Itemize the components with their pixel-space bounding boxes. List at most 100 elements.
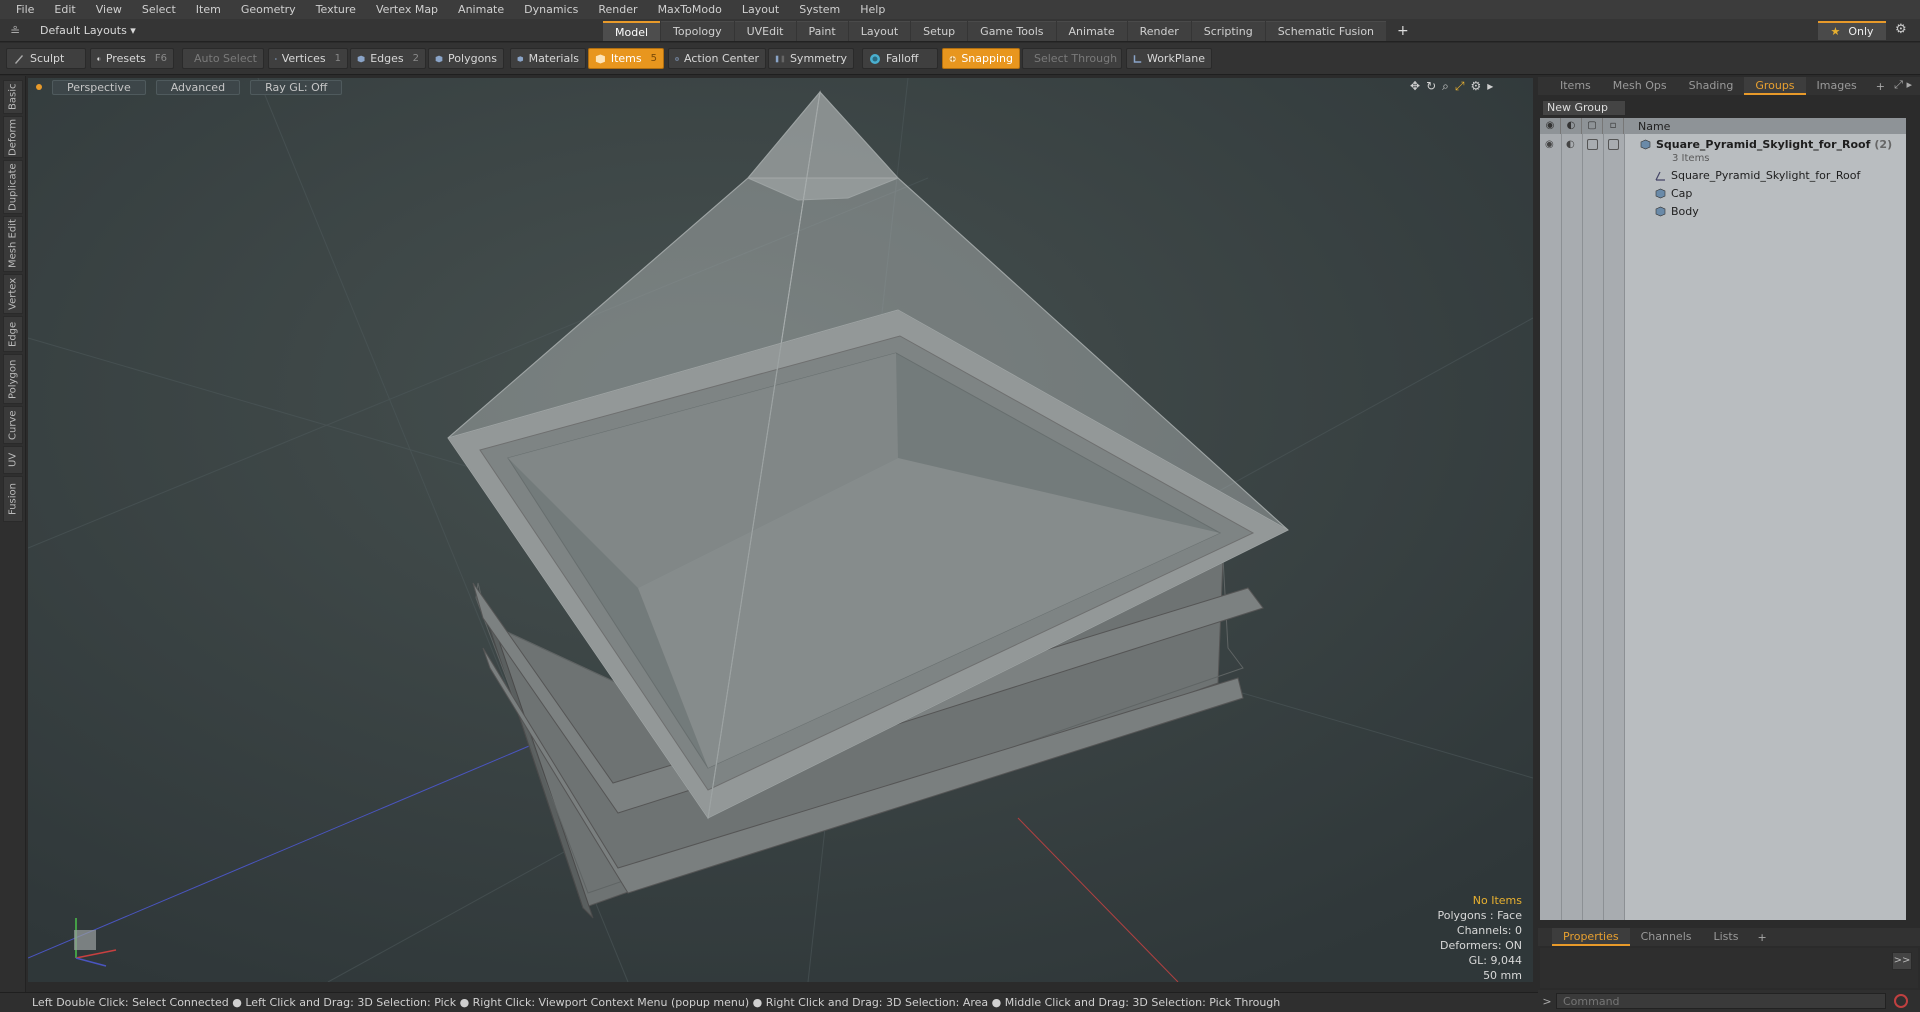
auto-select-button[interactable]: Auto Select [182,48,264,69]
workplane-button[interactable]: WorkPlane [1126,48,1212,69]
double-chevron-icon[interactable]: >> [1892,952,1912,970]
snapping-button[interactable]: Snapping [942,48,1020,69]
vtab-deform[interactable]: Deform [3,116,23,158]
tree-row-child[interactable]: Square_Pyramid_Skylight_for_Roof [1540,166,1906,184]
maximize-icon[interactable]: ⤢ [1455,79,1465,94]
tab-shading[interactable]: Shading [1678,77,1745,95]
menu-maxtomodo[interactable]: MaxToModo [648,0,732,19]
select-column-icon[interactable]: ▫ [1603,118,1624,134]
tab-lists[interactable]: Lists [1703,928,1750,946]
tab-scripting[interactable]: Scripting [1191,21,1265,41]
tree-row-child[interactable]: Body [1540,202,1906,220]
vtab-curve[interactable]: Curve [3,406,23,444]
tab-game-tools[interactable]: Game Tools [968,21,1056,41]
add-properties-tab-button[interactable]: + [1749,931,1774,944]
column-divider [1561,134,1562,920]
items-button[interactable]: Items 5 [588,48,664,69]
falloff-button[interactable]: Falloff [862,48,938,69]
name-column-header[interactable]: Name [1624,120,1670,133]
tab-items[interactable]: Items [1538,77,1602,95]
mesh-icon [1655,188,1666,198]
polygons-button[interactable]: Polygons [428,48,504,69]
symmetry-button[interactable]: Symmetry [768,48,854,69]
action-center-button[interactable]: Action Center [668,48,766,69]
viewport-scene[interactable] [28,78,1533,982]
action-center-icon [675,56,679,61]
tab-model[interactable]: Model [603,21,661,41]
expand-arrow-icon[interactable]: ▸ [1487,79,1493,94]
tab-render[interactable]: Render [1127,21,1191,41]
tab-topology[interactable]: Topology [661,21,734,41]
select-through-button[interactable]: Select Through [1022,48,1122,69]
menu-help[interactable]: Help [850,0,895,19]
stop-icon[interactable] [1894,994,1908,1008]
visibility-column-icon[interactable]: ◉ [1540,118,1561,134]
vtab-polygon[interactable]: Polygon [3,354,23,404]
raygl-button[interactable]: Ray GL: Off [250,79,343,95]
render-column-icon[interactable]: ◐ [1561,118,1582,134]
lock-toggle[interactable] [1587,138,1598,150]
tab-animate[interactable]: Animate [1056,21,1127,41]
properties-tabs: Properties Channels Lists + [1538,928,1920,946]
tab-uvedit[interactable]: UVEdit [734,21,796,41]
perspective-button[interactable]: Perspective [52,79,146,95]
vertices-button[interactable]: Vertices 1 [268,48,348,69]
layout-selector[interactable]: ≗ Default Layouts ▾ [8,21,140,40]
materials-button[interactable]: Materials [510,48,586,69]
menu-view[interactable]: View [86,0,132,19]
vtab-duplicate[interactable]: Duplicate [3,160,23,214]
new-group-button[interactable]: New Group [1542,100,1626,116]
tab-images[interactable]: Images [1806,77,1868,95]
select-toggle[interactable] [1608,138,1619,150]
menu-texture[interactable]: Texture [306,0,366,19]
lock-column-icon[interactable]: ▢ [1582,118,1603,134]
menu-edit[interactable]: Edit [44,0,85,19]
menu-file[interactable]: File [6,0,44,19]
vtab-vertex[interactable]: Vertex [3,274,23,314]
menu-layout[interactable]: Layout [732,0,789,19]
advanced-button[interactable]: Advanced [155,79,241,95]
viewport-gear-icon[interactable]: ⚙ [1470,79,1481,94]
menu-select[interactable]: Select [132,0,186,19]
tab-groups[interactable]: Groups [1744,77,1806,95]
add-tab-button[interactable]: + [1387,21,1419,41]
tab-layout[interactable]: Layout [848,21,911,41]
viewport-dot-icon[interactable] [36,84,42,90]
eye-icon[interactable]: ◉ [1545,139,1554,150]
rotate-icon[interactable]: ↻ [1426,79,1436,94]
tab-schematic-fusion[interactable]: Schematic Fusion [1265,21,1387,41]
vtab-edge[interactable]: Edge [3,316,23,352]
tab-setup[interactable]: Setup [911,21,968,41]
gear-icon[interactable]: ⚙ [1895,22,1907,37]
command-input[interactable] [1556,993,1886,1009]
menu-vertex-map[interactable]: Vertex Map [366,0,448,19]
tab-properties[interactable]: Properties [1552,928,1630,946]
zoom-icon[interactable]: ⌕ [1442,79,1449,94]
vtab-basic[interactable]: Basic [3,80,23,114]
menu-system[interactable]: System [789,0,850,19]
tab-channels[interactable]: Channels [1630,928,1703,946]
menu-render[interactable]: Render [588,0,647,19]
menu-item[interactable]: Item [186,0,231,19]
only-button[interactable]: ★ Only [1818,21,1886,40]
vtab-fusion[interactable]: Fusion [3,476,23,522]
tab-paint[interactable]: Paint [796,21,848,41]
polygons-icon [435,55,443,62]
main-tabs: Model Topology UVEdit Paint Layout Setup… [603,21,1419,41]
menu-geometry[interactable]: Geometry [231,0,306,19]
presets-button[interactable]: Presets F6 [90,48,174,69]
panel-expand-icon[interactable]: ⤢ ▸ [1894,78,1912,92]
collapse-icon[interactable]: ≗ [8,24,22,38]
render-toggle-icon[interactable]: ◐ [1566,139,1575,150]
vtab-uv[interactable]: UV [3,446,23,474]
add-panel-tab-button[interactable]: + [1868,80,1893,93]
tree-row-child[interactable]: Cap [1540,184,1906,202]
edges-button[interactable]: Edges 2 [350,48,426,69]
vtab-mesh-edit[interactable]: Mesh Edit [3,216,23,272]
sculpt-button[interactable]: Sculpt [6,48,86,69]
menu-animate[interactable]: Animate [448,0,514,19]
menu-dynamics[interactable]: Dynamics [514,0,588,19]
tab-mesh-ops[interactable]: Mesh Ops [1602,77,1678,95]
pan-icon[interactable]: ✥ [1410,79,1420,94]
3d-viewport[interactable] [28,78,1533,982]
